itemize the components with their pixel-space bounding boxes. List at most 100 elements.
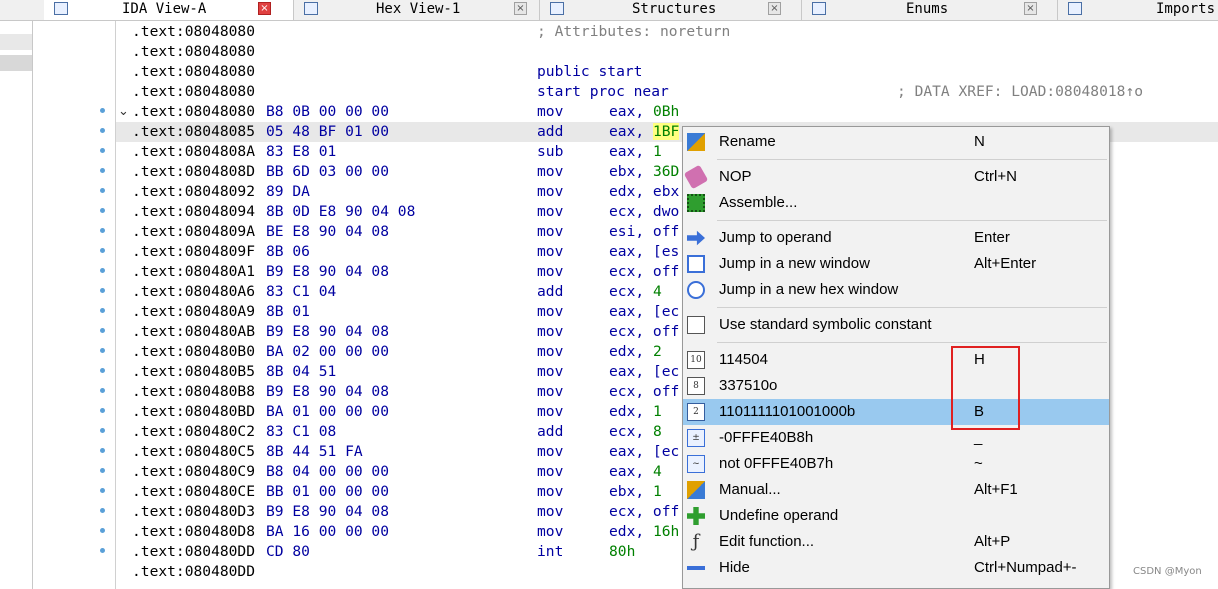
context-menu[interactable]: Rename N NOP Ctrl+N Assemble... Jump to opera… — [682, 126, 1110, 589]
left-panel-item-selected[interactable] — [0, 55, 32, 71]
menu-item-not-0fffe40b7h[interactable]: ~ not 0FFFE40B7h ~ — [683, 451, 1109, 477]
breakpoint-dot-icon[interactable] — [100, 228, 105, 233]
menu-item-337510o[interactable]: 8 337510o — [683, 373, 1109, 399]
operands[interactable]: 80h — [609, 542, 635, 562]
breakpoint-dot-icon[interactable] — [100, 308, 105, 313]
breakpoint-dot-icon[interactable] — [100, 448, 105, 453]
operands[interactable]: eax, 4 — [609, 462, 662, 482]
breakpoint-dot-icon[interactable] — [100, 368, 105, 373]
operand-value[interactable]: 1 — [653, 483, 662, 500]
menu-item-undefine-operand[interactable]: Undefine operand — [683, 503, 1109, 529]
breakpoint-dot-icon[interactable] — [100, 488, 105, 493]
operand-value[interactable]: 80h — [609, 543, 635, 560]
menu-item-114504[interactable]: 10 114504 H — [683, 347, 1109, 373]
listing-row[interactable]: .text:08048080 start proc near ; DATA XREF… — [116, 82, 1218, 102]
operands[interactable]: edx, ebx — [609, 182, 679, 202]
listing-row[interactable]: .text:08048080 ; Attributes: noreturn — [116, 22, 1218, 42]
operands[interactable]: ecx, 8 — [609, 422, 662, 442]
menu-item-jump-to-operand[interactable]: Jump to operand Enter — [683, 225, 1109, 251]
operands[interactable]: ecx, off — [609, 382, 679, 402]
close-tab-icon[interactable]: × — [768, 2, 781, 15]
operands[interactable]: eax, 0Bh — [609, 102, 679, 122]
operands[interactable]: esi, off — [609, 222, 679, 242]
breakpoint-dot-icon[interactable] — [100, 468, 105, 473]
operands[interactable]: eax, [es — [609, 242, 679, 262]
breakpoint-dot-icon[interactable] — [100, 388, 105, 393]
menu-item-manual[interactable]: Manual... Alt+F1 — [683, 477, 1109, 503]
operand-register: ecx, — [609, 283, 653, 300]
operands[interactable]: eax, [ec — [609, 442, 679, 462]
breakpoint-dot-icon[interactable] — [100, 268, 105, 273]
left-panel-item[interactable] — [0, 34, 32, 50]
operand-value[interactable]: 0Bh — [653, 103, 679, 120]
address: .text:08048092 — [132, 183, 256, 200]
menu-item-jump-in-a-new-window[interactable]: Jump in a new window Alt+Enter — [683, 251, 1109, 277]
breakpoint-dot-icon[interactable] — [100, 168, 105, 173]
operand-value[interactable]: 1BF — [652, 123, 680, 140]
operands[interactable]: ecx, dwo — [609, 202, 679, 222]
breakpoint-dot-icon[interactable] — [100, 288, 105, 293]
opcode-bytes: B9 E8 90 04 08 — [266, 503, 390, 520]
tab-imports[interactable]: Imports — [1058, 0, 1218, 20]
breakpoint-dot-icon[interactable] — [100, 188, 105, 193]
menu-item-nop[interactable]: NOP Ctrl+N — [683, 164, 1109, 190]
breakpoint-dot-icon[interactable] — [100, 108, 105, 113]
operand-value[interactable]: 4 — [653, 463, 662, 480]
menu-item-edit-function[interactable]: ƒ Edit function... Alt+P — [683, 529, 1109, 555]
breakpoint-dot-icon[interactable] — [100, 348, 105, 353]
close-tab-icon[interactable]: × — [514, 2, 527, 15]
listing-row[interactable]: .text:08048080 — [116, 42, 1218, 62]
operands[interactable]: ecx, off — [609, 502, 679, 522]
breakpoint-dot-icon[interactable] — [100, 428, 105, 433]
listing-row[interactable]: ⌄ .text:08048080 B8 0B 00 00 00 mov eax, 0Bh — [116, 102, 1218, 122]
menu-item-assemble[interactable]: Assemble... — [683, 190, 1109, 216]
xref-comment[interactable]: ; DATA XREF: LOAD:08048018↑o — [897, 82, 1143, 102]
collapse-chevron-icon[interactable]: ⌄ — [118, 102, 129, 122]
opcode-bytes: B8 0B 00 00 00 — [266, 103, 390, 120]
operands[interactable]: ebx, 36D — [609, 162, 679, 182]
tab-ida-view-a[interactable]: IDA View-A × — [44, 0, 294, 20]
mnemonic: sub — [537, 143, 564, 160]
operands[interactable]: eax, [ec — [609, 302, 679, 322]
tab-enums[interactable]: Enums × — [802, 0, 1058, 20]
operand-value[interactable]: 4 — [653, 283, 662, 300]
close-tab-icon[interactable]: × — [1024, 2, 1037, 15]
menu-item-1101111101001000b[interactable]: 2 1101111101001000b B — [683, 399, 1109, 425]
jump-icon — [687, 230, 705, 246]
operands[interactable]: eax, [ec — [609, 362, 679, 382]
operand-value[interactable]: 1 — [653, 403, 662, 420]
operand-value[interactable]: 16h — [653, 523, 679, 540]
listing-row[interactable]: .text:08048080 public start — [116, 62, 1218, 82]
operand-value[interactable]: 36D — [653, 163, 679, 180]
menu-item-jump-in-a-new-hex-window[interactable]: Jump in a new hex window — [683, 277, 1109, 303]
operands[interactable]: ecx, off — [609, 322, 679, 342]
operands[interactable]: edx, 16h — [609, 522, 679, 542]
operands[interactable]: eax, 1BF — [609, 122, 680, 142]
breakpoint-dot-icon[interactable] — [100, 508, 105, 513]
operand-value[interactable]: 2 — [653, 343, 662, 360]
breakpoint-dot-icon[interactable] — [100, 128, 105, 133]
tab-hex-view-1[interactable]: Hex View-1 × — [294, 0, 540, 20]
operands[interactable]: edx, 1 — [609, 402, 662, 422]
opcode-bytes: 89 DA — [266, 183, 310, 200]
breakpoint-dot-icon[interactable] — [100, 548, 105, 553]
operand-value[interactable]: 8 — [653, 423, 662, 440]
breakpoint-dot-icon[interactable] — [100, 328, 105, 333]
menu-item-use-standard-symbolic-constant[interactable]: Use standard symbolic constant — [683, 312, 1109, 338]
breakpoint-dot-icon[interactable] — [100, 528, 105, 533]
breakpoint-dot-icon[interactable] — [100, 248, 105, 253]
breakpoint-dot-icon[interactable] — [100, 208, 105, 213]
operand-value[interactable]: 1 — [653, 143, 662, 160]
operands[interactable]: ebx, 1 — [609, 482, 662, 502]
breakpoint-dot-icon[interactable] — [100, 148, 105, 153]
operands[interactable]: edx, 2 — [609, 342, 662, 362]
operands[interactable]: ecx, 4 — [609, 282, 662, 302]
breakpoint-dot-icon[interactable] — [100, 408, 105, 413]
menu-item-hide[interactable]: Hide Ctrl+Numpad+- — [683, 555, 1109, 581]
operands[interactable]: eax, 1 — [609, 142, 662, 162]
operands[interactable]: ecx, off — [609, 262, 679, 282]
menu-item-0fffe40b8h[interactable]: ± -0FFFE40B8h _ — [683, 425, 1109, 451]
tab-structures[interactable]: Structures × — [540, 0, 802, 20]
close-tab-icon[interactable]: × — [258, 2, 271, 15]
menu-item-rename[interactable]: Rename N — [683, 129, 1109, 155]
